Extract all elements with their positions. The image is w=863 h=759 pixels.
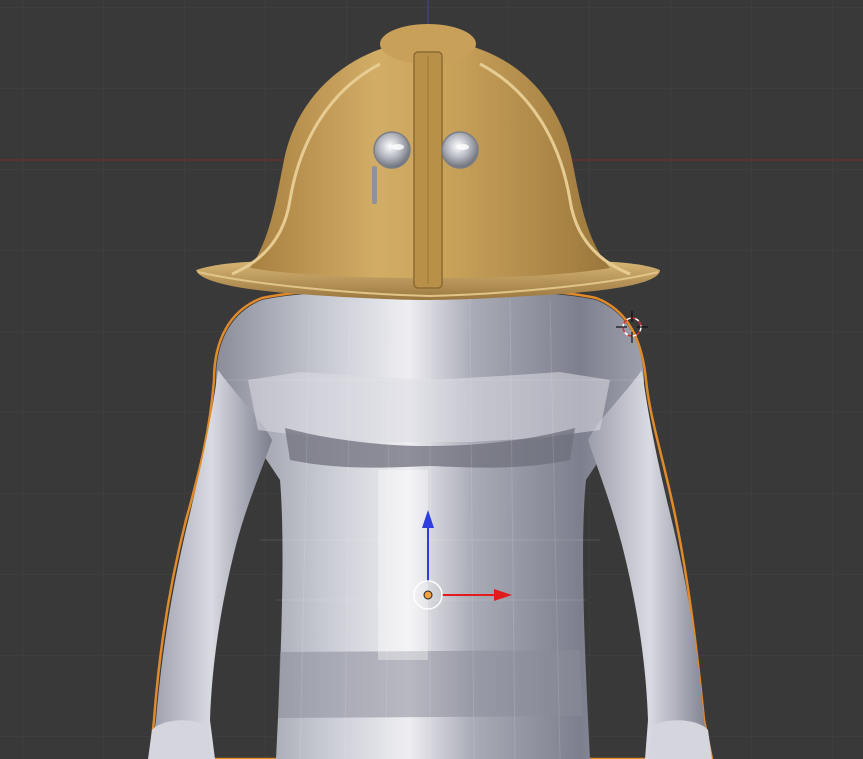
3d-viewport[interactable]	[0, 0, 863, 759]
torso-highlight	[378, 470, 428, 660]
eye-left-glint	[392, 144, 404, 150]
object-origin-icon[interactable]	[423, 590, 433, 600]
chest-panel	[248, 372, 610, 442]
eye-right-glint	[457, 144, 469, 150]
helmet-eye-right	[441, 131, 479, 169]
helmet-pin	[372, 166, 377, 204]
helmet-eye-left	[373, 131, 411, 169]
viewport-canvas[interactable]	[0, 0, 863, 759]
right-hand	[648, 720, 712, 759]
left-hand	[148, 720, 212, 759]
